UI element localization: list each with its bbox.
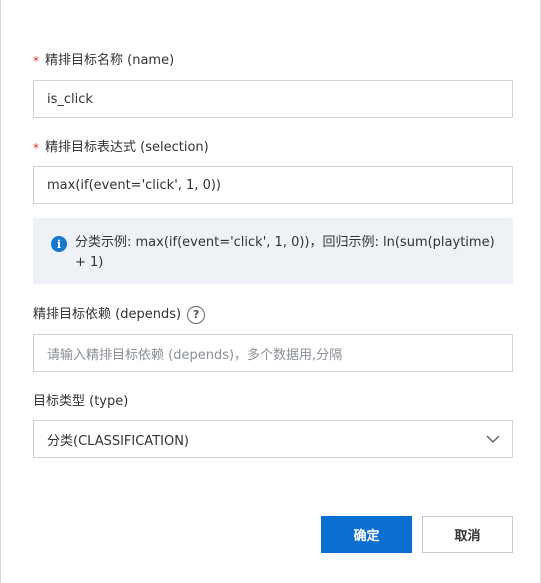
confirm-button[interactable]: 确定 [321, 516, 412, 553]
selection-input[interactable]: max(if(event='click', 1, 0)) [33, 166, 513, 204]
type-select[interactable]: 分类(CLASSIFICATION) [33, 420, 513, 458]
name-input-value: is_click [47, 91, 93, 107]
info-box: i 分类示例: max(if(event='click', 1, 0))，回归示… [33, 218, 513, 284]
type-field-label: 目标类型 (type) [33, 394, 129, 409]
selection-field-label-row: * 精排目标表达式 (selection) [33, 139, 209, 157]
info-icon: i [51, 236, 67, 252]
required-mark: * [33, 141, 39, 155]
selection-input-value: max(if(event='click', 1, 0)) [47, 177, 221, 193]
dialog: * 精排目标名称 (name) is_click * 精排目标表达式 (sele… [0, 0, 541, 583]
depends-input[interactable]: 请输入精排目标依赖 (depends)，多个数据用,分隔 [33, 334, 513, 372]
selection-field-label: 精排目标表达式 (selection) [45, 140, 209, 155]
required-mark: * [33, 54, 39, 68]
name-field-label: 精排目标名称 (name) [45, 53, 175, 68]
depends-input-placeholder: 请输入精排目标依赖 (depends)，多个数据用,分隔 [47, 347, 343, 363]
name-input[interactable]: is_click [33, 80, 513, 118]
depends-field-label-row: 精排目标依赖 (depends) ? [33, 306, 206, 324]
depends-field-label: 精排目标依赖 (depends) [33, 307, 182, 322]
name-field-label-row: * 精排目标名称 (name) [33, 52, 174, 70]
help-icon[interactable]: ? [187, 306, 206, 324]
type-field-label-row: 目标类型 (type) [33, 393, 128, 411]
type-select-value: 分类(CLASSIFICATION) [47, 433, 189, 449]
chevron-down-icon [486, 435, 500, 444]
info-text: 分类示例: max(if(event='click', 1, 0))，回归示例:… [75, 235, 495, 270]
cancel-button[interactable]: 取消 [422, 516, 513, 553]
